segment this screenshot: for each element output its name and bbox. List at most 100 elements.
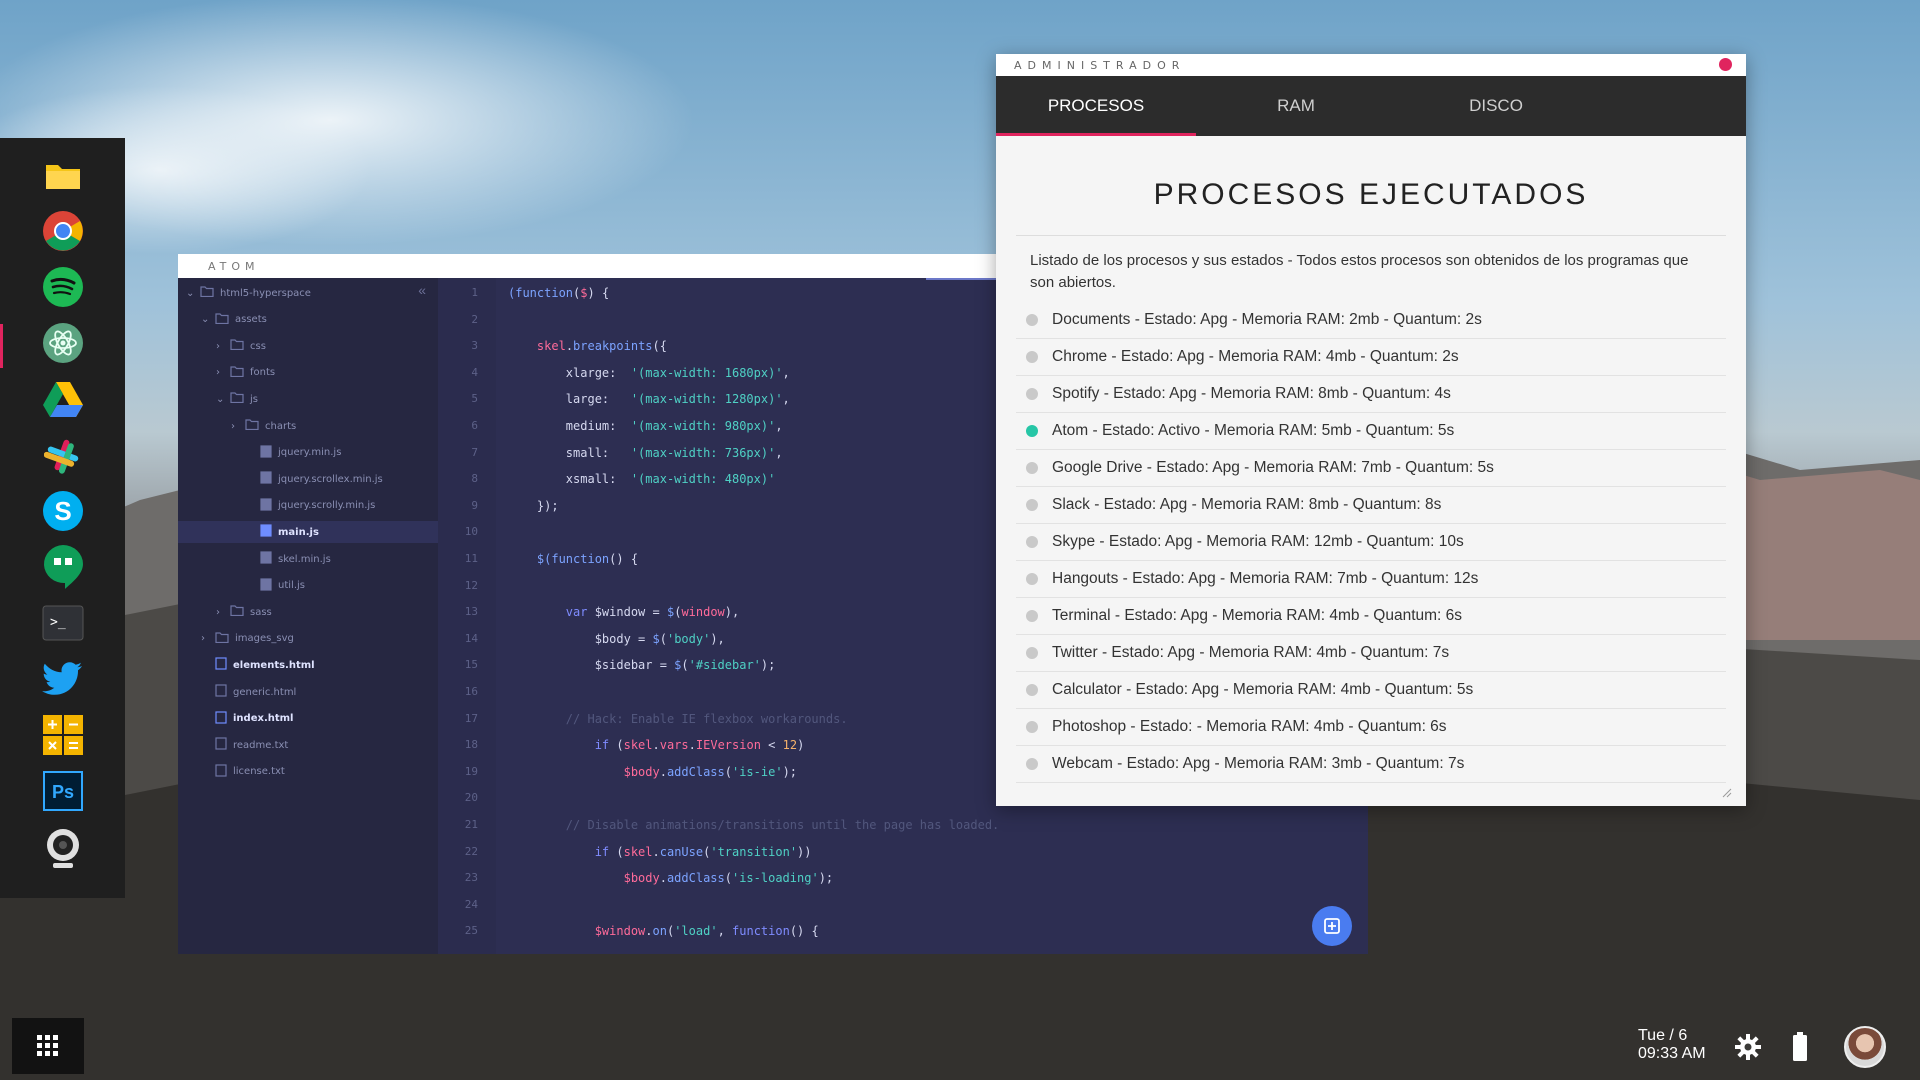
- file-tree-item[interactable]: › fonts: [178, 362, 438, 384]
- file-tree-item[interactable]: ⌄ html5-hyperspace: [178, 282, 438, 304]
- process-item[interactable]: Spotify - Estado: Apg - Memoria RAM: 8mb…: [1016, 376, 1726, 413]
- file-tree-item[interactable]: jquery.scrolly.min.js: [178, 495, 438, 517]
- code-line[interactable]: });: [508, 499, 559, 513]
- file-tree-item[interactable]: › charts: [178, 415, 438, 437]
- line-number: 25: [464, 924, 478, 938]
- file-tree-item[interactable]: main.js: [178, 521, 438, 544]
- code-line[interactable]: xsmall: '(max-width: 480px)': [508, 472, 776, 486]
- code-line[interactable]: // Disable animations/transitions until …: [508, 818, 999, 832]
- code-line[interactable]: medium: '(max-width: 980px)',: [508, 419, 783, 433]
- file-tree-item[interactable]: license.txt: [178, 761, 438, 783]
- google-drive-icon[interactable]: [40, 376, 86, 422]
- chevron-right-icon: ›: [201, 633, 205, 645]
- code-line[interactable]: $(function() {: [508, 552, 638, 566]
- process-item[interactable]: Documents - Estado: Apg - Memoria RAM: 2…: [1016, 302, 1726, 339]
- avatar[interactable]: [1844, 1026, 1886, 1068]
- code-line[interactable]: $body.addClass('is-loading');: [508, 871, 834, 885]
- process-item[interactable]: Atom - Estado: Activo - Memoria RAM: 5mb…: [1016, 413, 1726, 450]
- atom-icon[interactable]: [40, 320, 86, 366]
- photoshop-icon[interactable]: Ps: [40, 768, 86, 814]
- admin-window[interactable]: ADMINISTRADOR PROCESOS RAM DISCO PROCESO…: [996, 54, 1746, 806]
- clock-time: 09:33 AM: [1638, 1045, 1706, 1062]
- close-button[interactable]: [1719, 58, 1732, 71]
- process-item[interactable]: Chrome - Estado: Apg - Memoria RAM: 4mb …: [1016, 339, 1726, 376]
- hangouts-icon[interactable]: [40, 544, 86, 590]
- tab-procesos[interactable]: PROCESOS: [996, 76, 1196, 136]
- file-tree-item[interactable]: › css: [178, 335, 438, 357]
- code-line[interactable]: $body.addClass('is-ie');: [508, 765, 797, 779]
- clock[interactable]: Tue / 6 09:33 AM: [1638, 1027, 1706, 1063]
- line-number: 15: [464, 658, 478, 672]
- skype-icon[interactable]: S: [40, 488, 86, 534]
- code-line[interactable]: $window.on('load', function() {: [508, 924, 819, 938]
- code-line[interactable]: if (skel.vars.IEVersion < 12): [508, 738, 805, 752]
- file-tree-label: index.html: [233, 713, 294, 725]
- webcam-icon[interactable]: [40, 826, 86, 872]
- tab-ram[interactable]: RAM: [1196, 76, 1396, 136]
- terminal-icon[interactable]: >_: [40, 600, 86, 646]
- process-item[interactable]: Skype - Estado: Apg - Memoria RAM: 12mb …: [1016, 524, 1726, 561]
- code-line[interactable]: small: '(max-width: 736px)',: [508, 446, 783, 460]
- file-tree-item[interactable]: ⌄ assets: [178, 309, 438, 331]
- html-file-icon: [215, 657, 227, 673]
- code-line[interactable]: // Hack: Enable IE flexbox workarounds.: [508, 712, 848, 726]
- code-line[interactable]: $body = $('body'),: [508, 632, 725, 646]
- status-dot: [1026, 573, 1038, 585]
- process-description: Listado de los procesos y sus estados - …: [1030, 252, 1689, 291]
- slack-icon[interactable]: [40, 432, 86, 478]
- battery-icon[interactable]: [1792, 1031, 1808, 1063]
- file-tree-item[interactable]: › images_svg: [178, 628, 438, 650]
- file-tree-item[interactable]: jquery.min.js: [178, 442, 438, 464]
- process-label: Documents - Estado: Apg - Memoria RAM: 2…: [1052, 311, 1482, 328]
- process-item[interactable]: Photoshop - Estado: - Memoria RAM: 4mb -…: [1016, 709, 1726, 746]
- code-line[interactable]: large: '(max-width: 1280px)',: [508, 392, 790, 406]
- files-icon[interactable]: [40, 152, 86, 198]
- calculator-icon[interactable]: [40, 712, 86, 758]
- process-label: Google Drive - Estado: Apg - Memoria RAM…: [1052, 459, 1494, 476]
- chrome-icon[interactable]: [40, 208, 86, 254]
- process-label: Spotify - Estado: Apg - Memoria RAM: 8mb…: [1052, 385, 1451, 402]
- status-dot: [1026, 314, 1038, 326]
- code-line[interactable]: (function($) {: [508, 286, 609, 300]
- file-tree-item[interactable]: index.html: [178, 708, 438, 730]
- process-label: Terminal - Estado: Apg - Memoria RAM: 4m…: [1052, 607, 1463, 624]
- file-tree-item[interactable]: skel.min.js: [178, 548, 438, 570]
- process-item[interactable]: Google Drive - Estado: Apg - Memoria RAM…: [1016, 450, 1726, 487]
- process-item[interactable]: Calculator - Estado: Apg - Memoria RAM: …: [1016, 672, 1726, 709]
- resize-handle-icon[interactable]: [1722, 788, 1732, 798]
- code-line[interactable]: xlarge: '(max-width: 1680px)',: [508, 366, 790, 380]
- settings-icon[interactable]: [1734, 1033, 1762, 1061]
- file-tree-item[interactable]: › sass: [178, 601, 438, 623]
- file-tree-label: jquery.min.js: [278, 447, 342, 459]
- chevron-right-icon: ›: [216, 340, 220, 352]
- process-item[interactable]: Terminal - Estado: Apg - Memoria RAM: 4m…: [1016, 598, 1726, 635]
- atom-fab-button[interactable]: [1312, 906, 1352, 946]
- status-dot: [1026, 462, 1038, 474]
- process-item[interactable]: Hangouts - Estado: Apg - Memoria RAM: 7m…: [1016, 561, 1726, 598]
- process-item[interactable]: Twitter - Estado: Apg - Memoria RAM: 4mb…: [1016, 635, 1726, 672]
- process-item[interactable]: Webcam - Estado: Apg - Memoria RAM: 3mb …: [1016, 746, 1726, 783]
- code-line[interactable]: skel.breakpoints({: [508, 339, 667, 353]
- spotify-icon[interactable]: [40, 264, 86, 310]
- page-title: PROCESOS EJECUTADOS: [1016, 136, 1726, 236]
- code-line[interactable]: var $window = $(window),: [508, 605, 739, 619]
- file-tree-item[interactable]: readme.txt: [178, 734, 438, 756]
- line-number: 1: [471, 286, 478, 299]
- admin-titlebar[interactable]: ADMINISTRADOR: [996, 54, 1746, 76]
- js-file-icon: [260, 444, 272, 461]
- atom-file-tree[interactable]: « ⌄ html5-hyperspace ⌄ assets › css › fonts ⌄ js ›…: [178, 278, 438, 954]
- twitter-icon[interactable]: [40, 656, 86, 702]
- js-file-icon: [260, 577, 272, 594]
- tab-disco[interactable]: DISCO: [1396, 76, 1596, 136]
- status-dot: [1026, 536, 1038, 548]
- process-item[interactable]: Slack - Estado: Apg - Memoria RAM: 8mb -…: [1016, 487, 1726, 524]
- file-tree-item[interactable]: elements.html: [178, 654, 438, 676]
- code-line[interactable]: $sidebar = $('#sidebar');: [508, 658, 776, 672]
- file-tree-item[interactable]: jquery.scrollex.min.js: [178, 468, 438, 490]
- file-tree-item[interactable]: generic.html: [178, 681, 438, 703]
- file-tree-item[interactable]: util.js: [178, 575, 438, 597]
- file-tree-item[interactable]: ⌄ js: [178, 388, 438, 410]
- app-grid-icon[interactable]: [12, 1018, 84, 1074]
- code-line[interactable]: if (skel.canUse('transition')): [508, 845, 812, 859]
- text-file-icon: [215, 737, 227, 753]
